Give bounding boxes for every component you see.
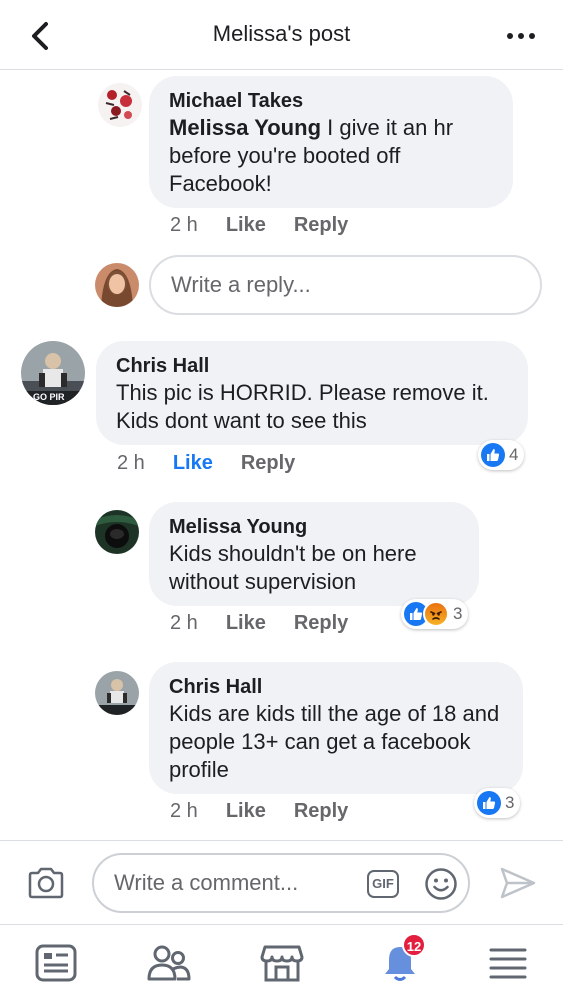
reaction-count: 4	[509, 445, 519, 464]
comment-bubble[interactable]: Melissa Young Kids shouldn't be on here …	[149, 502, 479, 606]
comment-timestamp: 2 h	[117, 452, 145, 474]
marketplace-icon	[260, 945, 304, 982]
avatar-melissa-young[interactable]	[95, 510, 139, 554]
comment-placeholder: Write a comment...	[114, 870, 299, 895]
bottom-tab-bar: 12	[0, 924, 563, 1000]
reply-button[interactable]: Reply	[294, 800, 348, 823]
reaction-summary[interactable]: 3	[401, 599, 469, 629]
comment-author[interactable]: Chris Hall	[169, 674, 503, 700]
dot-icon	[529, 33, 535, 39]
comment-actions: 2 h Like Reply	[170, 214, 348, 237]
like-button[interactable]: Like	[226, 612, 266, 635]
avatar-current-user	[95, 263, 139, 307]
emoji-button[interactable]	[424, 867, 458, 901]
reply-input[interactable]: Write a reply...	[149, 255, 542, 315]
thumbs-up-icon	[481, 443, 505, 467]
reply-button[interactable]: Reply	[294, 612, 348, 635]
tab-menu[interactable]	[484, 939, 532, 987]
comment-text: Kids are kids till the age of 18 and peo…	[169, 701, 500, 782]
user-photo-image	[95, 263, 139, 307]
comment-author[interactable]: Michael Takes	[169, 88, 493, 114]
thumbs-up-icon	[477, 791, 501, 815]
send-icon	[500, 867, 536, 899]
reply-button[interactable]: Reply	[241, 452, 295, 475]
comment-author[interactable]: Chris Hall	[116, 353, 508, 379]
top-bar: Melissa's post	[0, 0, 563, 70]
reaction-summary[interactable]: 3	[474, 788, 521, 818]
comment-author[interactable]: Melissa Young	[169, 514, 459, 540]
gif-button[interactable]: GIF	[367, 870, 399, 898]
avatar-chris-hall[interactable]: GO PIR	[21, 341, 85, 405]
comment-text: Kids shouldn't be on here without superv…	[169, 541, 417, 594]
tab-marketplace[interactable]	[258, 939, 306, 987]
reaction-count: 3	[453, 604, 463, 623]
comment-actions: 2 h Like Reply	[170, 612, 348, 635]
comment-composer: Write a comment... GIF	[0, 840, 563, 924]
reply-button[interactable]: Reply	[294, 214, 348, 237]
comment-timestamp: 2 h	[170, 214, 198, 236]
smiley-icon	[425, 868, 457, 900]
flowers-avatar-image	[98, 83, 142, 127]
camera-icon	[28, 867, 64, 899]
send-button[interactable]	[498, 865, 538, 901]
comment-bubble[interactable]: Chris Hall Kids are kids till the age of…	[149, 662, 523, 794]
comment-input[interactable]: Write a comment... GIF	[92, 853, 470, 913]
friends-icon	[147, 945, 191, 981]
angry-face-icon	[423, 601, 449, 627]
reaction-count: 3	[505, 793, 515, 812]
comment-timestamp: 2 h	[170, 612, 198, 634]
dot-icon	[507, 33, 513, 39]
like-button[interactable]: Like	[173, 452, 213, 475]
comment-text: This pic is HORRID. Please remove it. Ki…	[116, 380, 489, 433]
comment-actions: 2 h Like Reply	[170, 800, 348, 823]
page-title: Melissa's post	[212, 21, 351, 46]
sports-avatar-image	[95, 671, 139, 715]
avatar-caption: GO PIR	[33, 392, 65, 402]
tab-news-feed[interactable]	[32, 939, 80, 987]
chevron-left-icon	[32, 22, 48, 50]
tab-friends[interactable]	[145, 939, 193, 987]
avatar-michael-takes[interactable]	[98, 83, 142, 127]
news-feed-icon	[35, 944, 77, 982]
comment-timestamp: 2 h	[170, 800, 198, 822]
like-button[interactable]: Like	[226, 214, 266, 237]
comment-bubble[interactable]: Michael Takes Melissa Young I give it an…	[149, 76, 513, 208]
tab-notifications[interactable]: 12	[376, 933, 426, 987]
notification-badge: 12	[402, 933, 426, 957]
camera-button[interactable]	[26, 865, 66, 901]
dot-icon	[518, 33, 524, 39]
comment-text: Melissa Young I give it an hr before you…	[169, 115, 454, 196]
reply-placeholder: Write a reply...	[171, 272, 311, 297]
comment-actions: 2 h Like Reply	[117, 452, 295, 475]
more-options-button[interactable]	[501, 20, 541, 52]
mention-link[interactable]: Melissa Young	[169, 115, 321, 140]
reaction-summary[interactable]: 4	[478, 440, 525, 470]
menu-icon	[489, 948, 527, 979]
like-button[interactable]: Like	[226, 800, 266, 823]
back-button[interactable]	[22, 18, 58, 54]
dark-avatar-image	[95, 510, 139, 554]
comment-bubble[interactable]: Chris Hall This pic is HORRID. Please re…	[96, 341, 528, 445]
avatar-chris-hall[interactable]	[95, 671, 139, 715]
